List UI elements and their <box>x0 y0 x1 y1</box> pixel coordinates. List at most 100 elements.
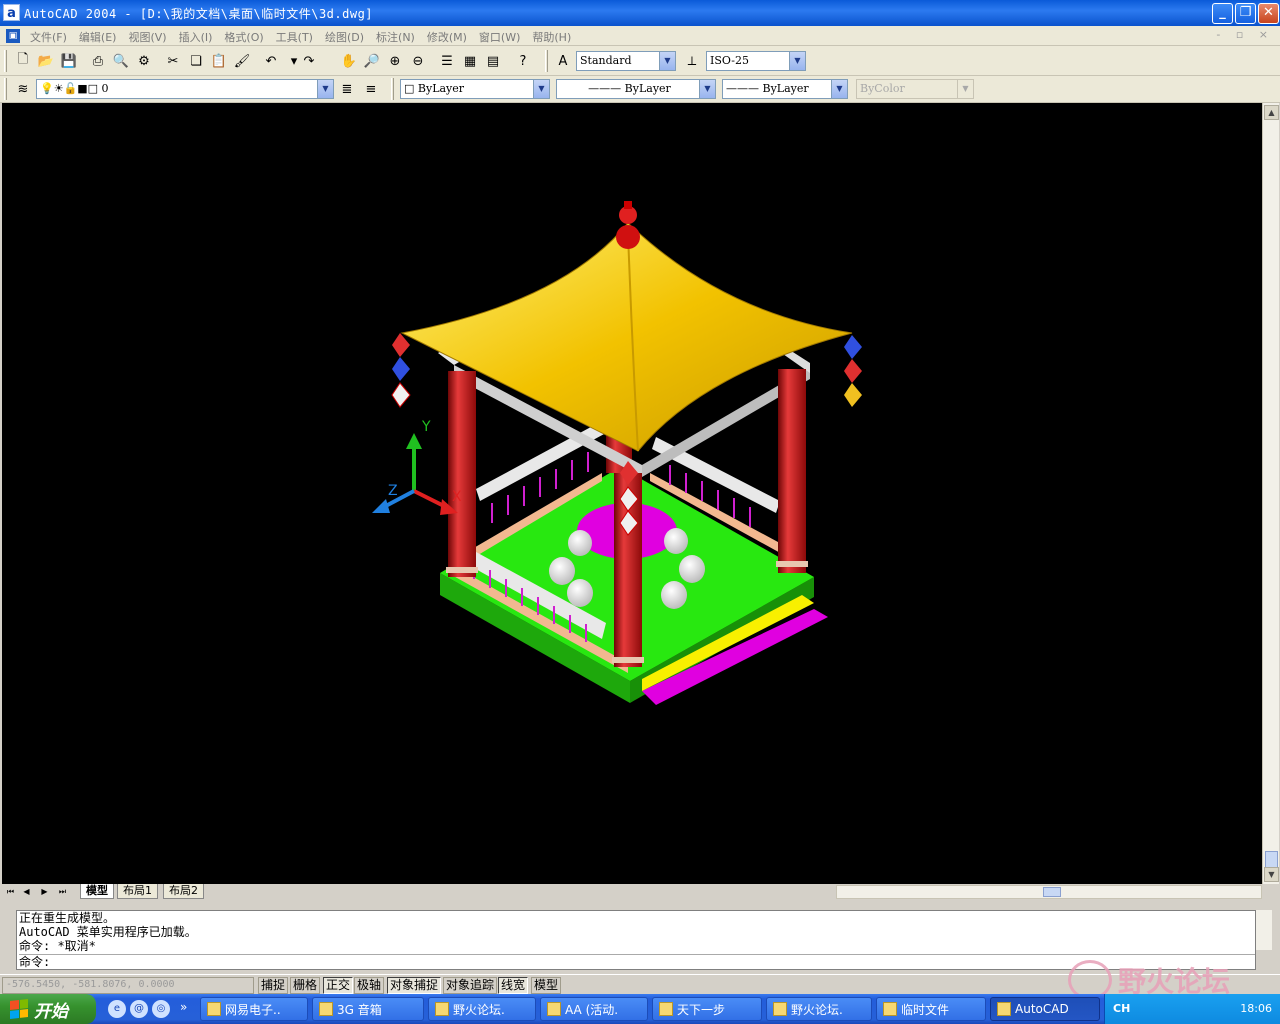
pan-realtime-icon[interactable]: ✋ <box>338 50 360 72</box>
taskbar-window-button[interactable]: 网易电子.. <box>200 997 308 1021</box>
match-properties-icon[interactable]: 🖌 <box>231 50 253 72</box>
open-file-icon[interactable]: 📂 <box>35 50 57 72</box>
window-icon <box>435 1002 449 1016</box>
chevron-down-icon[interactable]: ▼ <box>699 80 715 98</box>
coordinates-display[interactable]: -576.5450, -581.8076, 0.0000 <box>2 977 254 994</box>
menu-item[interactable]: 修改(M) <box>421 29 473 45</box>
menu-item[interactable]: 帮助(H) <box>526 29 577 45</box>
menu-item[interactable]: 绘图(D) <box>319 29 370 45</box>
status-toggle[interactable]: 对象捕捉 <box>387 977 442 994</box>
taskbar-window-button[interactable]: AutoCAD <box>990 997 1100 1021</box>
zoom-window-icon[interactable]: ⊕ <box>384 50 406 72</box>
save-icon[interactable]: 💾 <box>58 50 80 72</box>
text-style-select[interactable]: Standard ▼ <box>576 51 676 71</box>
make-current-layer-icon[interactable]: ≣ <box>336 78 358 100</box>
taskbar-window-button[interactable]: 临时文件 <box>876 997 986 1021</box>
input-language[interactable]: CH <box>1113 1002 1130 1015</box>
taskbar-window-button[interactable]: 野火论坛. <box>766 997 872 1021</box>
status-toggle[interactable]: 正交 <box>323 977 354 994</box>
document-icon[interactable]: ▣ <box>6 29 20 43</box>
quicklaunch-more-icon[interactable]: » <box>180 1000 187 1014</box>
taskbar-button-label: AutoCAD <box>1015 1002 1069 1016</box>
tool-palettes-icon[interactable]: ▤ <box>482 50 504 72</box>
taskbar-window-button[interactable]: 野火论坛. <box>428 997 536 1021</box>
copy-icon[interactable]: ❏ <box>185 50 207 72</box>
menu-item[interactable]: 视图(V) <box>122 29 172 45</box>
restore-button[interactable]: ❐ <box>1235 3 1256 24</box>
status-toggle[interactable]: 栅格 <box>290 977 321 994</box>
publish-icon[interactable]: ⚙ <box>133 50 155 72</box>
zoom-previous-icon[interactable]: ⊖ <box>407 50 429 72</box>
menu-item[interactable]: 格式(O) <box>218 29 269 45</box>
roof-finial <box>624 201 632 209</box>
chevron-down-icon[interactable]: ▼ <box>317 80 333 98</box>
toolbar-grip[interactable] <box>4 50 7 72</box>
layer-select[interactable]: 💡☀🔓■□ 0 ▼ <box>36 79 334 99</box>
taskbar-window-button[interactable]: AA (活动. <box>540 997 648 1021</box>
chevron-down-icon[interactable]: ▼ <box>659 52 675 70</box>
clock[interactable]: 18:06 <box>1240 1002 1272 1015</box>
lineweight-select[interactable]: ——— ByLayer ▼ <box>722 79 848 99</box>
status-toggle[interactable]: 线宽 <box>498 977 529 994</box>
scroll-up-icon[interactable]: ▲ <box>1264 105 1279 120</box>
text-style-icon[interactable]: A <box>552 50 574 72</box>
tab-model[interactable]: 模型 <box>80 884 114 899</box>
help-icon[interactable]: ? <box>512 50 534 72</box>
start-label: 开始 <box>34 1001 68 1022</box>
toolbar-grip[interactable] <box>391 78 394 100</box>
taskbar-window-button[interactable]: 3G 音箱 <box>312 997 424 1021</box>
zoom-realtime-icon[interactable]: 🔎 <box>361 50 383 72</box>
last-tab-icon[interactable]: ⏭ <box>56 885 69 898</box>
ie-quicklaunch-icon[interactable]: e <box>108 1000 126 1018</box>
status-toggle[interactable]: 对象追踪 <box>443 977 498 994</box>
toolbar-grip[interactable] <box>4 78 7 100</box>
linetype-select[interactable]: ——— ByLayer ▼ <box>556 79 716 99</box>
vertical-scrollbar[interactable]: ▲ ▼ <box>1262 103 1279 884</box>
status-toggle[interactable]: 捕捉 <box>258 977 289 994</box>
menu-item[interactable]: 工具(T) <box>270 29 319 45</box>
menu-item[interactable]: 编辑(E) <box>73 29 123 45</box>
tab-layout1[interactable]: 布局1 <box>117 884 158 899</box>
color-select[interactable]: □ ByLayer ▼ <box>400 79 550 99</box>
design-center-icon[interactable]: ▦ <box>459 50 481 72</box>
close-button[interactable]: ✕ <box>1258 3 1279 24</box>
minimize-button[interactable]: _ <box>1212 3 1233 24</box>
email-quicklaunch-icon[interactable]: @ <box>130 1000 148 1018</box>
redo-icon[interactable]: ↷ <box>298 50 320 72</box>
chevron-down-icon[interactable]: ▼ <box>831 80 847 98</box>
first-tab-icon[interactable]: ⏮ <box>4 885 17 898</box>
cut-icon[interactable]: ✂ <box>162 50 184 72</box>
plot-icon[interactable]: ⎙ <box>87 50 109 72</box>
toolbar-grip[interactable] <box>545 50 548 72</box>
document-window-controls[interactable]: - ▫ × <box>1216 28 1274 41</box>
command-scrollbar[interactable] <box>1256 910 1272 950</box>
tab-layout2[interactable]: 布局2 <box>163 884 204 899</box>
taskbar-window-button[interactable]: 天下一步 <box>652 997 762 1021</box>
dim-style-select[interactable]: ISO-25 ▼ <box>706 51 806 71</box>
properties-icon[interactable]: ☰ <box>436 50 458 72</box>
horizontal-scroll-thumb[interactable] <box>1043 887 1061 897</box>
menu-item[interactable]: 窗口(W) <box>473 29 526 45</box>
plot-preview-icon[interactable]: 🔍 <box>110 50 132 72</box>
menu-item[interactable]: 插入(I) <box>173 29 219 45</box>
new-file-icon[interactable]: 🗋 <box>12 50 34 72</box>
next-tab-icon[interactable]: ▶ <box>38 885 51 898</box>
autocad-app-icon[interactable]: a <box>3 4 20 21</box>
horizontal-scrollbar[interactable] <box>836 885 1262 899</box>
status-toggle[interactable]: 模型 <box>531 977 562 994</box>
chevron-down-icon[interactable]: ▼ <box>533 80 549 98</box>
chevron-down-icon[interactable]: ▼ <box>789 52 805 70</box>
prev-tab-icon[interactable]: ◀ <box>20 885 33 898</box>
messenger-quicklaunch-icon[interactable]: ◎ <box>152 1000 170 1018</box>
status-toggle[interactable]: 极轴 <box>354 977 385 994</box>
menu-item[interactable]: 标注(N) <box>370 29 421 45</box>
dimension-style-icon[interactable]: ⟂ <box>681 50 703 72</box>
start-button[interactable]: 开始 <box>0 994 96 1024</box>
menu-item[interactable]: 文件(F) <box>24 29 73 45</box>
model-space-viewport[interactable]: Y X Z <box>2 103 1262 884</box>
undo-icon[interactable]: ↶ <box>260 50 282 72</box>
layer-previous-icon[interactable]: ≡ <box>360 78 382 100</box>
layer-manager-icon[interactable]: ≋ <box>12 78 34 100</box>
scroll-down-icon[interactable]: ▼ <box>1264 867 1279 882</box>
paste-icon[interactable]: 📋 <box>208 50 230 72</box>
